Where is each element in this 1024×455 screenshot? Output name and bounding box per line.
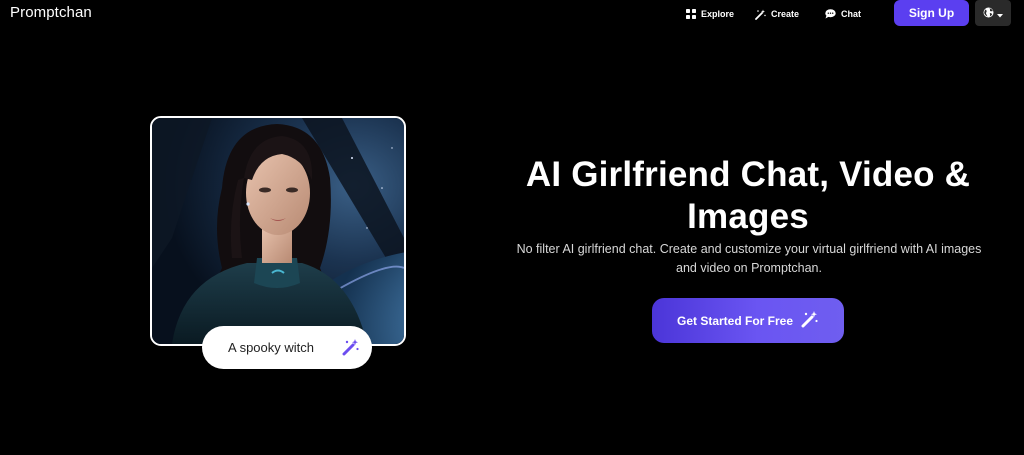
hero-subtitle: No filter AI girlfriend chat. Create and… — [516, 242, 982, 275]
brand-logo[interactable]: Promptchan — [10, 4, 92, 21]
prompt-example-pill: A spooky witch — [202, 326, 372, 369]
magic-wand-icon — [342, 338, 360, 359]
hero-title: AI Girlfriend Chat, Video & Images — [525, 155, 971, 236]
prompt-example-text: A spooky witch — [228, 340, 314, 355]
nav-create-label: Create — [771, 9, 800, 19]
nav-explore[interactable]: Explore — [686, 6, 734, 22]
get-started-button[interactable]: Get Started For Free — [652, 298, 844, 343]
sign-up-button[interactable]: Sign Up — [894, 0, 969, 26]
nav-explore-label: Explore — [701, 9, 735, 19]
nav-create[interactable]: Create — [755, 6, 799, 22]
nav-chat-label: Chat — [841, 9, 861, 19]
language-selector[interactable] — [975, 0, 1011, 26]
get-started-label: Get Started For Free — [676, 313, 794, 328]
grid-icon — [686, 9, 696, 19]
magic-wand-icon — [755, 9, 766, 20]
magic-wand-icon — [801, 310, 819, 331]
landing-page: Promptchan Explore Create Chat Sign Up A… — [0, 0, 1024, 455]
caret-down-icon — [997, 6, 1003, 21]
chat-bubble-icon — [825, 9, 836, 19]
globe-icon — [983, 6, 994, 21]
nav-chat[interactable]: Chat — [825, 6, 861, 22]
hero-image — [150, 116, 406, 346]
